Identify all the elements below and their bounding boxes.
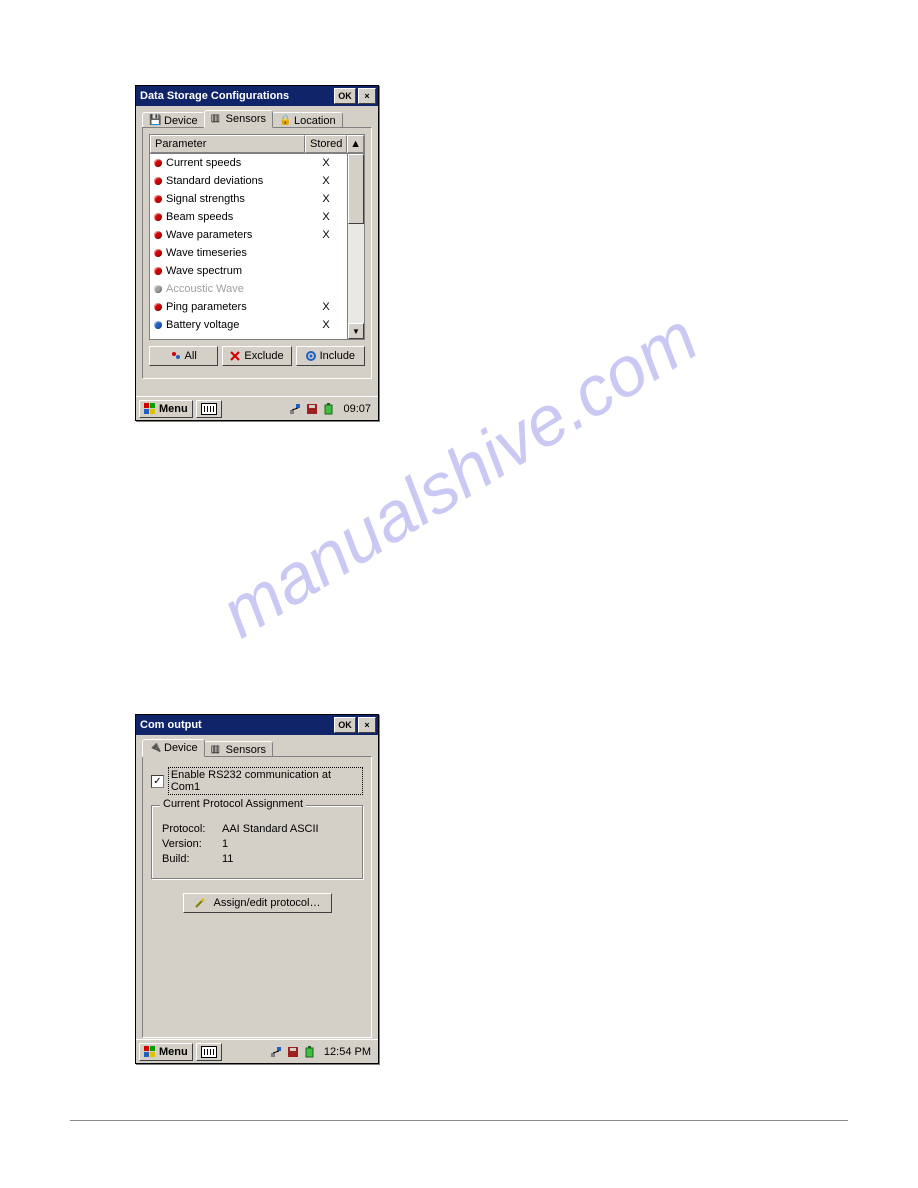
sensor-icon: ▥ xyxy=(211,744,223,756)
window-title: Data Storage Configurations xyxy=(140,90,334,102)
keyboard-icon xyxy=(201,1046,217,1058)
tab-label: Device xyxy=(164,742,198,754)
scrollbar[interactable]: ▼ xyxy=(347,154,364,339)
table-row[interactable]: Beam speedsX xyxy=(150,208,347,226)
battery-icon[interactable] xyxy=(303,1045,317,1059)
battery-icon[interactable] xyxy=(322,402,336,416)
windows-icon xyxy=(144,403,156,415)
table-row[interactable]: Current speedsX xyxy=(150,154,347,172)
clock: 12:54 PM xyxy=(320,1046,375,1058)
protocol-label: Protocol: xyxy=(162,823,222,835)
x-icon xyxy=(230,351,240,361)
protocol-value: AAI Standard ASCII xyxy=(222,823,319,835)
column-stored[interactable]: Stored xyxy=(305,135,347,153)
table-row[interactable]: Signal strengthsX xyxy=(150,190,347,208)
taskbar: Menu 12:54 PM xyxy=(136,1039,378,1063)
ok-button[interactable]: OK xyxy=(334,717,356,733)
parameters-table: Parameter Stored ▲ Current speedsX Stand… xyxy=(149,134,365,340)
version-label: Version: xyxy=(162,838,222,850)
status-dot-icon xyxy=(154,213,162,221)
network-icon[interactable] xyxy=(288,402,302,416)
tabs: 🔌 Device ▥ Sensors xyxy=(136,735,378,756)
wand-icon xyxy=(194,897,206,909)
status-dot-icon xyxy=(154,231,162,239)
status-dot-icon xyxy=(154,321,162,329)
window-title: Com output xyxy=(140,719,334,731)
disk-icon[interactable] xyxy=(286,1045,300,1059)
include-button[interactable]: Include xyxy=(296,346,365,366)
disk-icon[interactable] xyxy=(305,402,319,416)
sensor-icon: ▥ xyxy=(211,113,223,125)
taskbar: Menu 09:07 xyxy=(136,396,378,420)
circle-icon xyxy=(306,351,316,361)
table-row: Accoustic Wave xyxy=(150,280,347,298)
status-dot-icon xyxy=(154,177,162,185)
ok-button[interactable]: OK xyxy=(334,88,356,104)
table-header: Parameter Stored ▲ xyxy=(150,135,364,154)
status-dot-icon xyxy=(154,159,162,167)
status-dot-icon xyxy=(154,285,162,293)
keyboard-button[interactable] xyxy=(196,400,222,418)
scroll-up-button[interactable]: ▲ xyxy=(347,135,364,153)
enable-rs232-checkbox[interactable]: ✓ xyxy=(151,775,164,788)
tab-location[interactable]: 🔒 Location xyxy=(272,112,343,127)
table-body: Current speedsX Standard deviationsX Sig… xyxy=(150,154,347,339)
keyboard-icon xyxy=(201,403,217,415)
build-value: 11 xyxy=(222,853,233,865)
lock-icon: 🔒 xyxy=(279,115,291,127)
system-tray: 12:54 PM xyxy=(269,1045,375,1059)
connector-icon: 🔌 xyxy=(149,742,161,754)
tab-sensors[interactable]: ▥ Sensors xyxy=(204,741,273,756)
checkbox-label[interactable]: Enable RS232 communication at Com1 xyxy=(168,767,363,795)
status-dot-icon xyxy=(154,303,162,311)
footer-divider xyxy=(70,1120,848,1121)
table-row[interactable]: Battery voltageX xyxy=(150,316,347,334)
windows-icon xyxy=(144,1046,156,1058)
titlebar: Com output OK × xyxy=(136,715,378,735)
tab-label: Device xyxy=(164,115,198,127)
data-storage-window: Data Storage Configurations OK × 💾 Devic… xyxy=(135,85,379,421)
titlebar: Data Storage Configurations OK × xyxy=(136,86,378,106)
status-dot-icon xyxy=(154,249,162,257)
clock: 09:07 xyxy=(339,403,375,415)
table-row[interactable]: Wave timeseries xyxy=(150,244,347,262)
device-panel: ✓ Enable RS232 communication at Com1 Cur… xyxy=(142,756,372,1038)
sensors-panel: Parameter Stored ▲ Current speedsX Stand… xyxy=(142,127,372,379)
keyboard-button[interactable] xyxy=(196,1043,222,1061)
tabs: 💾 Device ▥ Sensors 🔒 Location xyxy=(136,106,378,127)
tab-label: Location xyxy=(294,115,336,127)
column-parameter[interactable]: Parameter xyxy=(150,135,305,153)
close-button[interactable]: × xyxy=(358,88,376,104)
tab-device[interactable]: 🔌 Device xyxy=(142,739,205,757)
menu-button[interactable]: Menu xyxy=(139,400,193,418)
table-row[interactable]: Ping parametersX xyxy=(150,298,347,316)
close-button[interactable]: × xyxy=(358,717,376,733)
status-dot-icon xyxy=(154,267,162,275)
system-tray: 09:07 xyxy=(288,402,375,416)
table-row[interactable]: Standard deviationsX xyxy=(150,172,347,190)
scrollbar-thumb[interactable] xyxy=(348,154,364,224)
menu-button[interactable]: Menu xyxy=(139,1043,193,1061)
groupbox-title: Current Protocol Assignment xyxy=(160,798,306,810)
scrollbar-track[interactable] xyxy=(348,224,364,323)
exclude-button[interactable]: Exclude xyxy=(222,346,291,366)
tab-sensors[interactable]: ▥ Sensors xyxy=(204,110,273,128)
com-output-window: Com output OK × 🔌 Device ▥ Sensors ✓ Ena… xyxy=(135,714,379,1064)
dots-icon xyxy=(171,351,181,361)
status-dot-icon xyxy=(154,195,162,203)
build-label: Build: xyxy=(162,853,222,865)
assign-edit-protocol-button[interactable]: Assign/edit protocol… xyxy=(183,893,332,913)
tab-device[interactable]: 💾 Device xyxy=(142,112,205,127)
tab-label: Sensors xyxy=(226,744,266,756)
all-button[interactable]: All xyxy=(149,346,218,366)
table-row[interactable]: Wave parametersX xyxy=(150,226,347,244)
network-icon[interactable] xyxy=(269,1045,283,1059)
tab-label: Sensors xyxy=(226,113,266,125)
scroll-down-button[interactable]: ▼ xyxy=(348,323,364,339)
table-row[interactable]: Wave spectrum xyxy=(150,262,347,280)
version-value: 1 xyxy=(222,838,228,850)
disk-icon: 💾 xyxy=(149,115,161,127)
protocol-groupbox: Current Protocol Assignment Protocol:AAI… xyxy=(151,805,363,879)
